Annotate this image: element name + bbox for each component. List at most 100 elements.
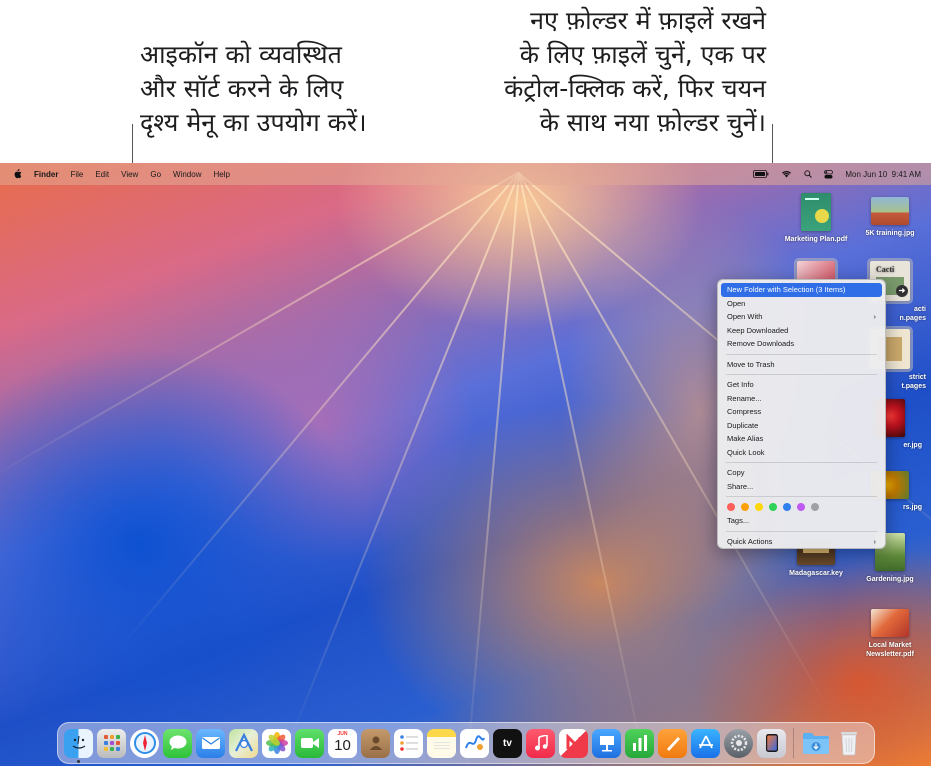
trash-icon[interactable] <box>834 729 863 758</box>
menu-separator <box>726 353 877 355</box>
dock: JUN 10 tv <box>57 722 875 764</box>
menu-edit[interactable]: Edit <box>95 170 109 179</box>
contacts-icon[interactable] <box>361 728 390 758</box>
wallpaper-ray <box>119 171 521 648</box>
facetime-icon[interactable] <box>295 728 324 758</box>
menu-clock[interactable]: Mon Jun 10 9:41 AM <box>845 170 921 179</box>
tag-orange[interactable] <box>741 503 749 511</box>
tag-green[interactable] <box>769 503 777 511</box>
menu-separator <box>726 496 877 497</box>
menu-help[interactable]: Help <box>213 170 229 179</box>
callout-new-folder: नए फ़ोल्डर में फ़ाइलें रखने के लिए फ़ाइल… <box>460 4 766 140</box>
file-label-part: acti <box>913 306 926 313</box>
callout-line: दृश्य मेनू का उपयोग करें। <box>140 108 367 137</box>
file-label-part: n.pages <box>899 315 926 322</box>
tv-icon[interactable]: tv <box>493 728 522 758</box>
notes-icon[interactable] <box>427 728 456 758</box>
desktop[interactable]: Finder File Edit View Go Window Help Mon… <box>0 163 931 766</box>
callout-line: और सॉर्ट करने के लिए <box>140 74 344 103</box>
photo-icon <box>871 197 909 225</box>
file-label-part: t.pages <box>901 383 926 390</box>
file-label: 5K training.jpg <box>865 230 915 237</box>
menu-item-open-with[interactable]: Open With › <box>721 310 882 324</box>
finder-icon[interactable] <box>64 728 93 763</box>
callout-line: नए फ़ोल्डर में फ़ाइलें रखने <box>530 6 766 35</box>
tag-yellow[interactable] <box>755 503 763 511</box>
menu-item-tags[interactable]: Tags... <box>721 514 882 528</box>
menu-separator <box>726 374 877 375</box>
menu-item-open[interactable]: Open <box>721 297 882 311</box>
callout-line: के लिए फ़ाइलें चुनें, एक पर <box>519 40 766 69</box>
iphone-mirroring-icon[interactable] <box>757 728 786 758</box>
chevron-right-icon: › <box>873 536 877 546</box>
callout-leader-line <box>132 124 133 164</box>
desktop-file-icon[interactable]: 5K training.jpg <box>852 197 928 238</box>
messages-icon[interactable] <box>163 728 192 758</box>
running-indicator <box>77 759 80 763</box>
menu-item-share[interactable]: Share... <box>721 480 882 494</box>
calendar-day: 10 <box>334 736 351 754</box>
freeform-icon[interactable] <box>460 728 489 758</box>
keynote-icon[interactable] <box>592 728 621 758</box>
menu-file[interactable]: File <box>70 170 83 179</box>
control-center-icon[interactable] <box>824 169 834 179</box>
context-menu: New Folder with Selection (3 Items) Open… <box>717 279 886 549</box>
tag-gray[interactable] <box>811 503 819 511</box>
system-settings-icon[interactable] <box>724 728 753 758</box>
app-store-icon[interactable] <box>691 728 720 758</box>
downloads-folder-icon[interactable] <box>801 729 830 758</box>
menu-item-make-alias[interactable]: Make Alias <box>721 432 882 446</box>
menu-go[interactable]: Go <box>150 170 161 179</box>
menu-item-rename[interactable]: Rename... <box>721 392 882 406</box>
tag-red[interactable] <box>727 503 735 511</box>
menu-item-move-to-trash[interactable]: Move to Trash <box>721 358 882 372</box>
wallpaper-ray <box>518 173 649 766</box>
wallpaper-ray <box>463 172 520 766</box>
menu-item-duplicate[interactable]: Duplicate <box>721 419 882 433</box>
menu-view[interactable]: View <box>121 170 138 179</box>
file-label: Marketing Plan.pdf <box>784 236 848 243</box>
mail-icon[interactable] <box>196 728 225 758</box>
tag-colors <box>721 500 882 514</box>
file-label: Madagascar.key <box>789 570 843 577</box>
wifi-icon[interactable] <box>781 170 792 178</box>
menu-item-remove-downloads[interactable]: Remove Downloads <box>721 337 882 351</box>
menu-item-compress[interactable]: Compress <box>721 405 882 419</box>
callout-line: आइकॉन को व्यवस्थित <box>140 40 342 69</box>
menu-item-quick-actions[interactable]: Quick Actions › <box>721 535 882 549</box>
launchpad-icon[interactable] <box>97 728 126 758</box>
chevron-right-icon: › <box>873 312 877 321</box>
menu-item-get-info[interactable]: Get Info <box>721 378 882 392</box>
safari-icon[interactable] <box>130 728 159 758</box>
menu-item-quick-look[interactable]: Quick Look <box>721 446 882 460</box>
file-label: Gardening.jpg <box>866 576 914 583</box>
news-icon[interactable] <box>559 728 588 758</box>
tag-purple[interactable] <box>797 503 805 511</box>
maps-icon[interactable] <box>229 728 258 758</box>
tv-label: tv <box>503 737 512 749</box>
desktop-file-icon[interactable]: Marketing Plan.pdf <box>778 193 854 244</box>
wallpaper-ray <box>285 172 520 748</box>
reminders-icon[interactable] <box>394 728 423 758</box>
pdf-document-icon <box>801 193 831 231</box>
music-icon[interactable] <box>526 728 555 758</box>
apple-menu-icon[interactable] <box>10 163 24 185</box>
battery-icon[interactable] <box>753 170 769 178</box>
menu-app-name[interactable]: Finder <box>34 170 58 179</box>
menu-item-keep-downloaded[interactable]: Keep Downloaded <box>721 324 882 338</box>
photos-icon[interactable] <box>262 728 291 758</box>
menu-item-label: Quick Actions <box>727 536 773 546</box>
pdf-document-icon <box>871 609 909 637</box>
menu-item-copy[interactable]: Copy <box>721 466 882 480</box>
menu-item-new-folder-with-selection[interactable]: New Folder with Selection (3 Items) <box>721 283 882 297</box>
menu-window[interactable]: Window <box>173 170 201 179</box>
numbers-icon[interactable] <box>625 728 654 758</box>
calendar-icon[interactable]: JUN 10 <box>328 728 357 758</box>
callout-view-menu: आइकॉन को व्यवस्थित और सॉर्ट करने के लिए … <box>140 38 400 140</box>
status-area: Mon Jun 10 9:41 AM <box>753 163 921 185</box>
desktop-file-icon[interactable]: Local Market Newsletter.pdf <box>852 609 928 659</box>
spotlight-search-icon[interactable] <box>804 170 813 178</box>
pages-icon[interactable] <box>658 728 687 758</box>
tag-blue[interactable] <box>783 503 791 511</box>
callout-line: कंट्रोल-क्लिक करें, फिर चयन <box>504 74 766 103</box>
